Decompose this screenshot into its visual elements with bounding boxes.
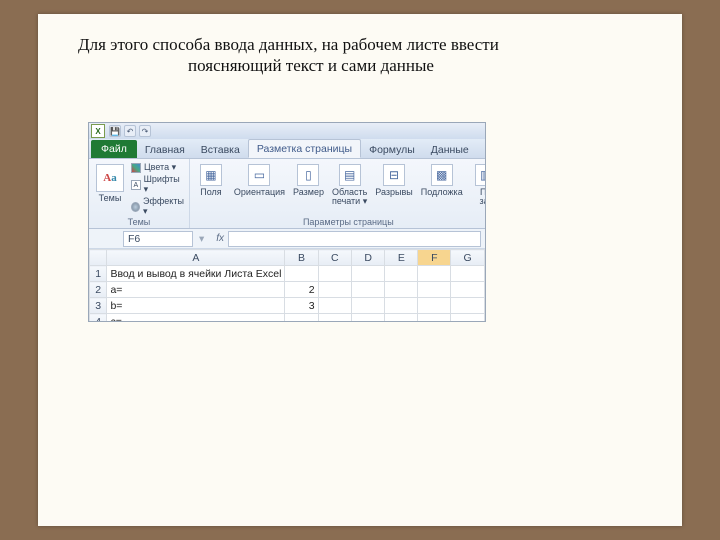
row-header-2[interactable]: 2 bbox=[90, 282, 107, 298]
quick-access-toolbar: 💾 ↶ ↷ bbox=[109, 125, 151, 137]
name-box[interactable]: F6 bbox=[123, 231, 193, 247]
redo-icon[interactable]: ↷ bbox=[139, 125, 151, 137]
print-titles-button[interactable]: ▥Пе заг bbox=[469, 162, 486, 217]
worksheet-grid[interactable]: ABCDEFG 1Ввод и вывод в ячейки Листа Exce… bbox=[89, 249, 485, 322]
cell-G2[interactable] bbox=[451, 282, 485, 298]
cell-A1[interactable]: Ввод и вывод в ячейки Листа Excel bbox=[107, 266, 285, 282]
cell-B3[interactable]: 3 bbox=[285, 298, 318, 314]
cell-A2[interactable]: a= bbox=[107, 282, 285, 298]
select-all-corner[interactable] bbox=[90, 250, 107, 266]
tab-formulas[interactable]: Формулы bbox=[361, 141, 423, 158]
breaks-icon: ⊟ bbox=[383, 164, 405, 186]
colors-button[interactable]: Цвета ▾ bbox=[131, 162, 185, 173]
col-header-E[interactable]: E bbox=[385, 250, 418, 266]
print-area-button[interactable]: ▤Область печати ▾ bbox=[330, 162, 369, 217]
col-header-D[interactable]: D bbox=[351, 250, 384, 266]
group-themes: Aa Темы Цвета ▾ AШрифты ▾ Эффекты ▾ Темы bbox=[89, 159, 190, 228]
row-header-4[interactable]: 4 bbox=[90, 314, 107, 323]
cell-F2[interactable] bbox=[418, 282, 451, 298]
theme-options: Цвета ▾ AШрифты ▾ Эффекты ▾ bbox=[131, 162, 185, 217]
tab-insert[interactable]: Вставка bbox=[193, 141, 248, 158]
col-header-A[interactable]: A bbox=[107, 250, 285, 266]
save-icon[interactable]: 💾 bbox=[109, 125, 121, 137]
ribbon: Aa Темы Цвета ▾ AШрифты ▾ Эффекты ▾ Темы… bbox=[89, 159, 485, 229]
cell-C3[interactable] bbox=[318, 298, 351, 314]
themes-icon: Aa bbox=[96, 164, 124, 192]
background-icon: ▩ bbox=[431, 164, 453, 186]
cell-B4[interactable] bbox=[285, 314, 318, 323]
cell-F3[interactable] bbox=[418, 298, 451, 314]
caption-line2: поясняющий текст и сами данные bbox=[78, 55, 638, 76]
tab-data[interactable]: Данные bbox=[423, 141, 477, 158]
cell-A3[interactable]: b= bbox=[107, 298, 285, 314]
orientation-button[interactable]: ▭Ориентация bbox=[232, 162, 287, 217]
cell-E3[interactable] bbox=[385, 298, 418, 314]
colors-icon bbox=[131, 163, 141, 173]
caption-line1: Для этого способа ввода данных, на рабоч… bbox=[78, 35, 499, 54]
row-header-1[interactable]: 1 bbox=[90, 266, 107, 282]
cell-E1[interactable] bbox=[385, 266, 418, 282]
print-area-icon: ▤ bbox=[339, 164, 361, 186]
cell-B1[interactable] bbox=[285, 266, 318, 282]
formula-input[interactable] bbox=[228, 231, 481, 247]
cell-E2[interactable] bbox=[385, 282, 418, 298]
fx-icon[interactable]: fx bbox=[216, 233, 224, 244]
col-header-F[interactable]: F bbox=[418, 250, 451, 266]
cell-A4[interactable]: c= bbox=[107, 314, 285, 323]
cell-C4[interactable] bbox=[318, 314, 351, 323]
cell-G3[interactable] bbox=[451, 298, 485, 314]
row-header-3[interactable]: 3 bbox=[90, 298, 107, 314]
breaks-button[interactable]: ⊟Разрывы bbox=[373, 162, 414, 217]
background-button[interactable]: ▩Подложка bbox=[419, 162, 465, 217]
print-titles-icon: ▥ bbox=[475, 164, 486, 186]
cell-G4[interactable] bbox=[451, 314, 485, 323]
undo-icon[interactable]: ↶ bbox=[124, 125, 136, 137]
col-header-G[interactable]: G bbox=[451, 250, 485, 266]
themes-button[interactable]: Aa Темы bbox=[93, 162, 127, 217]
group-label-pagesetup: Параметры страницы bbox=[194, 217, 486, 228]
col-header-B[interactable]: B bbox=[285, 250, 318, 266]
group-label-themes: Темы bbox=[93, 217, 185, 228]
size-button[interactable]: ▯Размер bbox=[291, 162, 326, 217]
margins-button[interactable]: ▦Поля bbox=[194, 162, 228, 217]
tab-page-layout[interactable]: Разметка страницы bbox=[248, 139, 361, 158]
slide-caption: Для этого способа ввода данных, на рабоч… bbox=[78, 34, 638, 77]
ribbon-tabs: Файл Главная Вставка Разметка страницы Ф… bbox=[89, 139, 485, 159]
cell-D4[interactable] bbox=[351, 314, 384, 323]
excel-screenshot: X 💾 ↶ ↷ Файл Главная Вставка Разметка ст… bbox=[88, 122, 486, 322]
cell-D2[interactable] bbox=[351, 282, 384, 298]
tab-home[interactable]: Главная bbox=[137, 141, 193, 158]
cell-B2[interactable]: 2 bbox=[285, 282, 318, 298]
orientation-icon: ▭ bbox=[248, 164, 270, 186]
group-page-setup: ▦Поля ▭Ориентация ▯Размер ▤Область печат… bbox=[190, 159, 486, 228]
cell-E4[interactable] bbox=[385, 314, 418, 323]
effects-icon bbox=[131, 202, 140, 212]
title-bar: X 💾 ↶ ↷ bbox=[89, 123, 485, 139]
size-icon: ▯ bbox=[297, 164, 319, 186]
fonts-button[interactable]: AШрифты ▾ bbox=[131, 174, 185, 195]
cell-D1[interactable] bbox=[351, 266, 384, 282]
formula-bar: F6 ▾ fx bbox=[89, 229, 485, 249]
excel-icon: X bbox=[91, 124, 105, 138]
cell-F4[interactable] bbox=[418, 314, 451, 323]
tab-file[interactable]: Файл bbox=[91, 140, 137, 158]
cell-D3[interactable] bbox=[351, 298, 384, 314]
col-header-C[interactable]: C bbox=[318, 250, 351, 266]
effects-button[interactable]: Эффекты ▾ bbox=[131, 196, 185, 217]
fonts-icon: A bbox=[131, 180, 141, 190]
cell-C2[interactable] bbox=[318, 282, 351, 298]
cell-F1[interactable] bbox=[418, 266, 451, 282]
slide: Для этого способа ввода данных, на рабоч… bbox=[38, 14, 682, 526]
cell-C1[interactable] bbox=[318, 266, 351, 282]
cell-G1[interactable] bbox=[451, 266, 485, 282]
margins-icon: ▦ bbox=[200, 164, 222, 186]
